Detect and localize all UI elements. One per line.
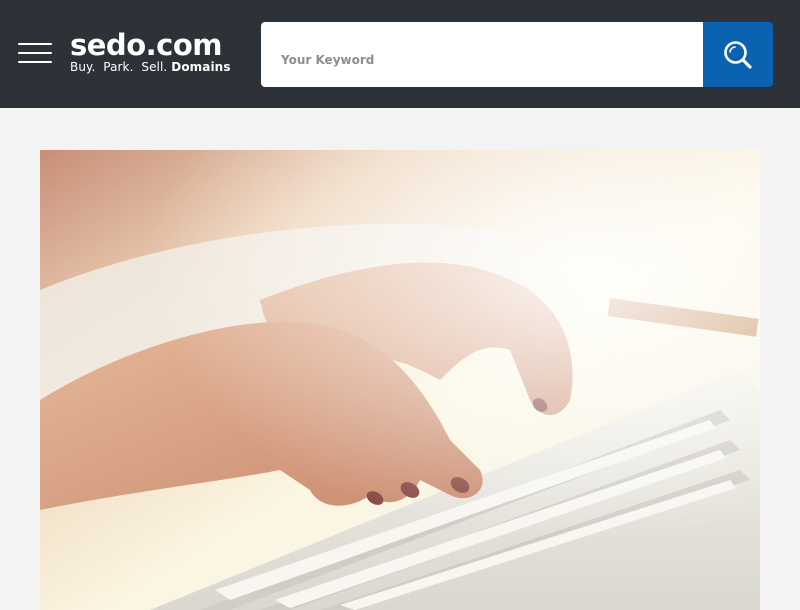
search-box: [261, 22, 703, 87]
site-logo[interactable]: sedo.com Buy. Park. Sell. Domains: [70, 29, 231, 74]
hamburger-menu-icon[interactable]: [18, 40, 52, 66]
logo-name: sedo.com: [70, 28, 222, 62]
search-input[interactable]: [261, 22, 703, 87]
hero-photo-typing-hands: [40, 150, 760, 610]
logo-tagline: Buy. Park. Sell. Domains: [70, 60, 231, 74]
search-button[interactable]: [703, 22, 773, 87]
search-icon: [724, 40, 752, 69]
hero-image: [40, 150, 760, 610]
site-header: sedo.com Buy. Park. Sell. Domains: [0, 0, 800, 108]
